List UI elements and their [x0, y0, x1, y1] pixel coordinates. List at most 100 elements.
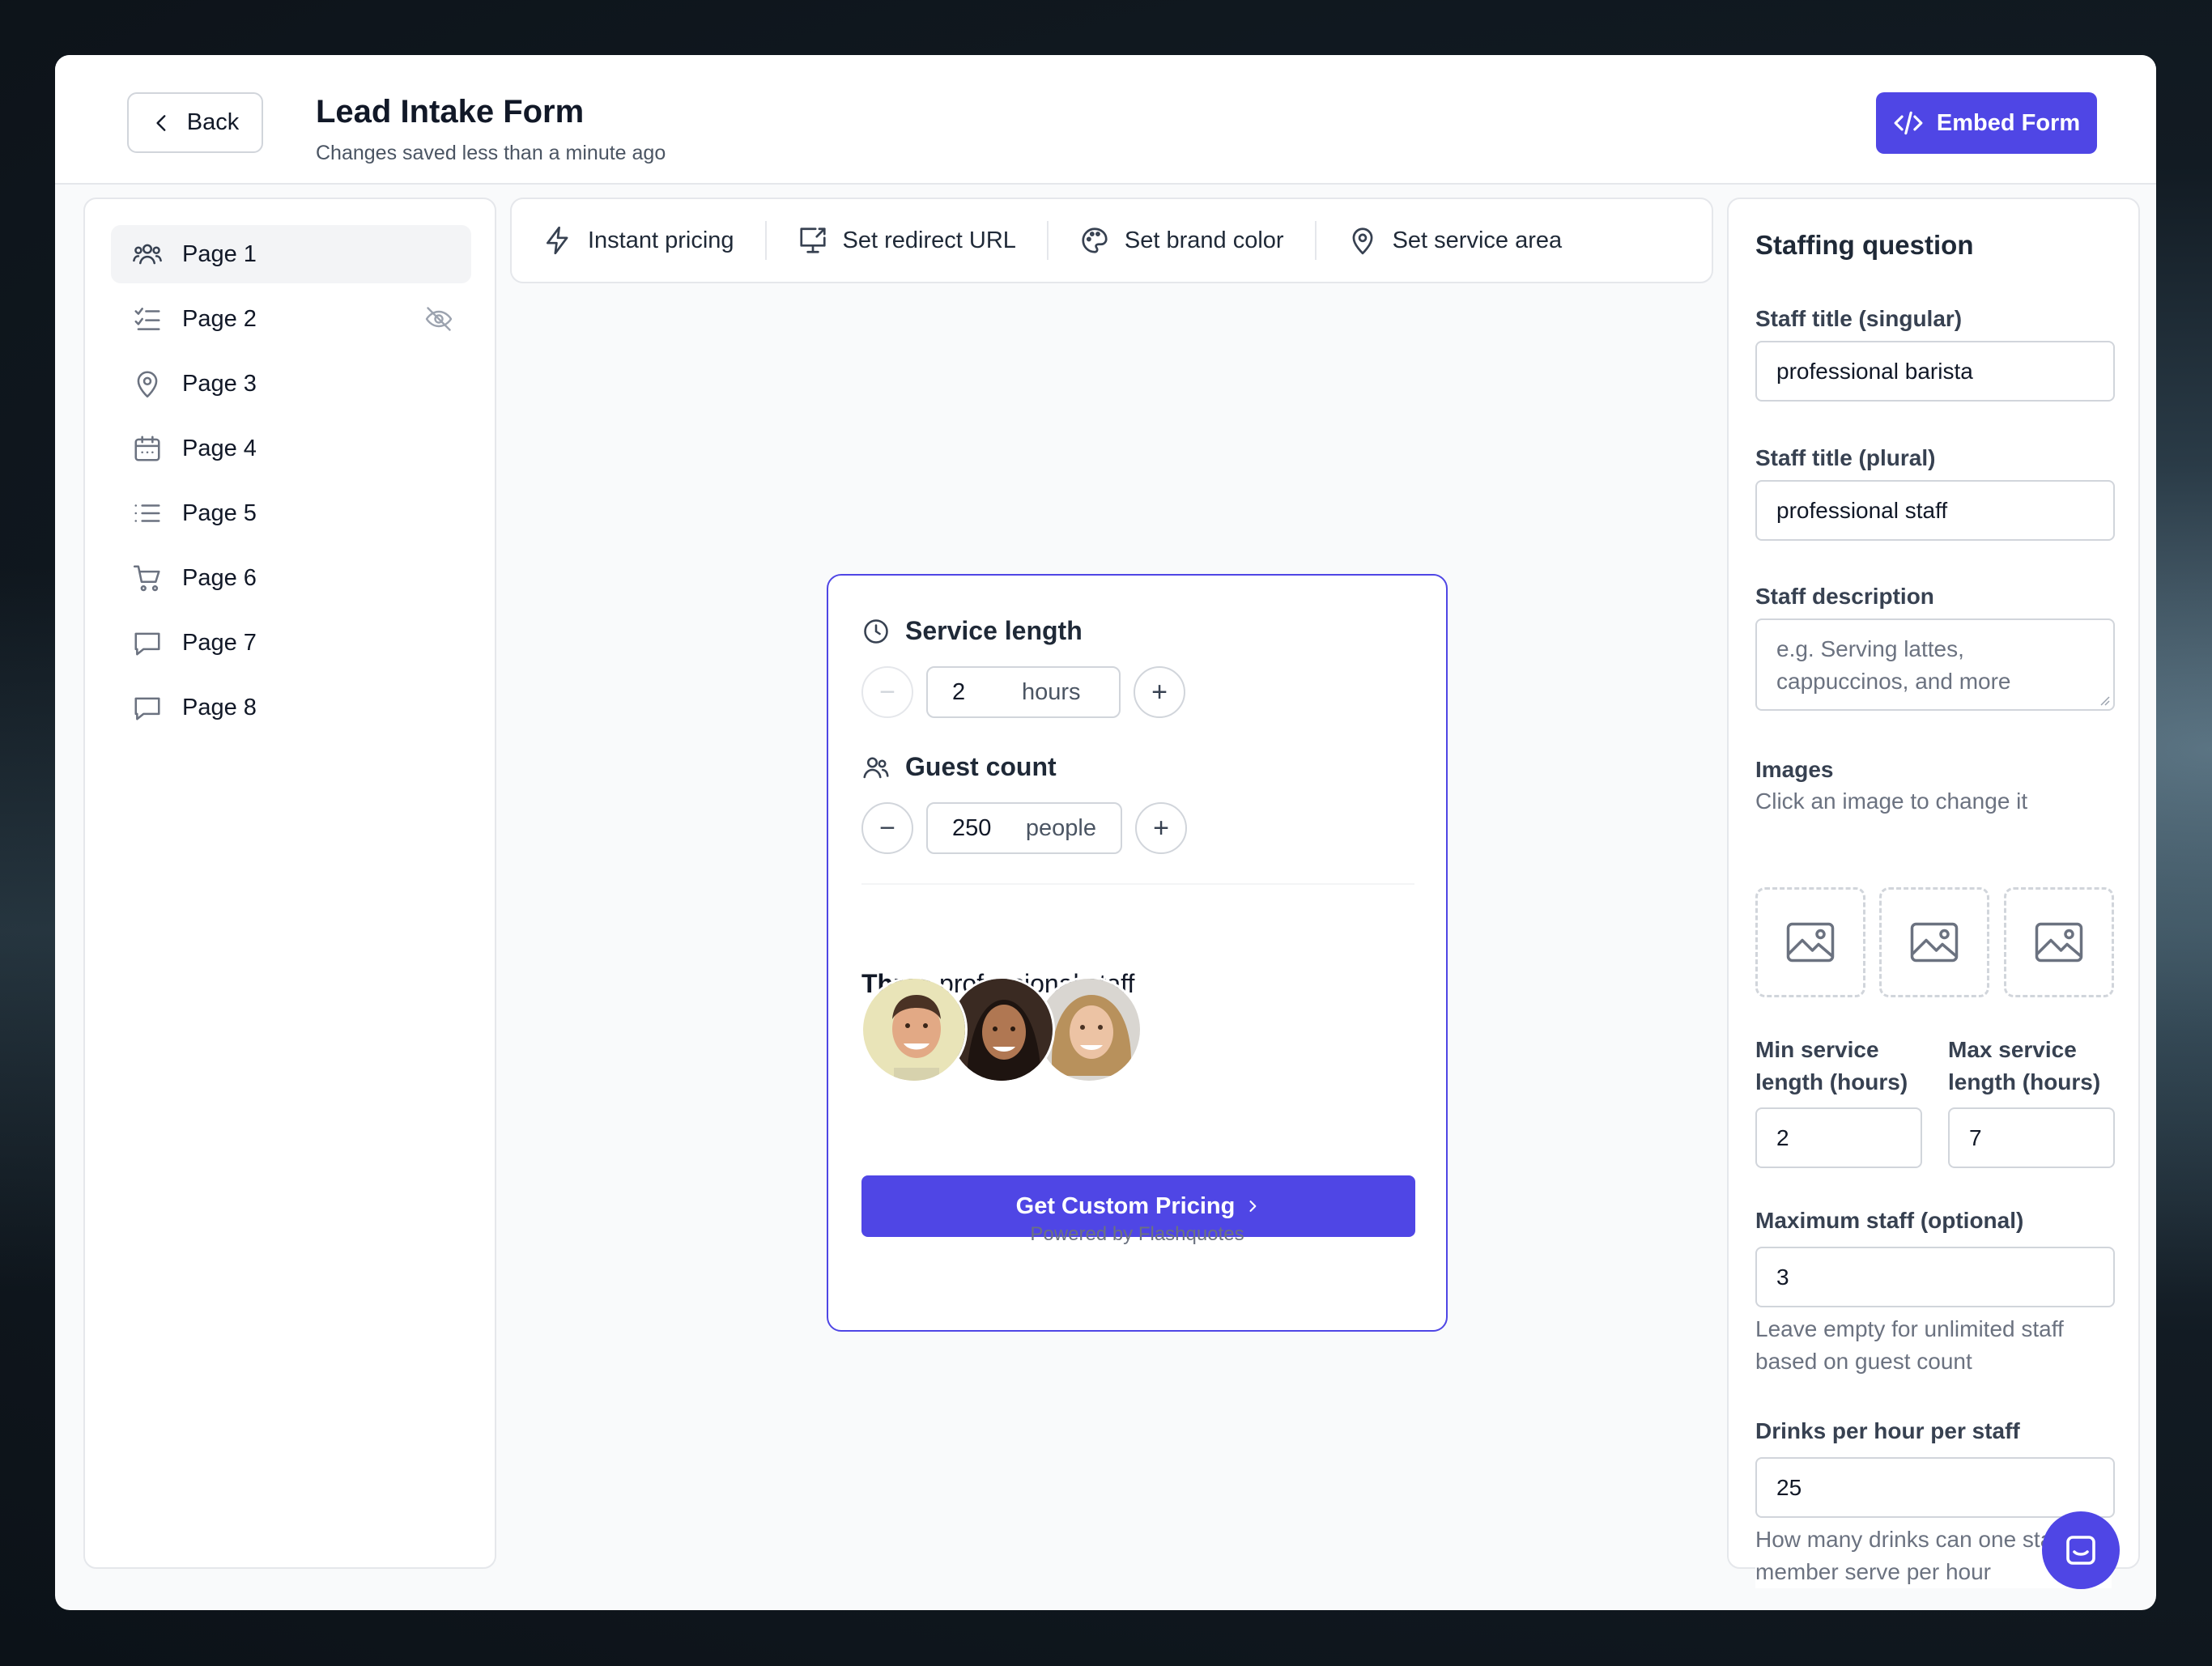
staff-description-label: Staff description — [1755, 584, 1934, 609]
monitor-arrow-icon — [799, 227, 826, 253]
sidebar-item-page-2[interactable]: Page 2 — [111, 290, 471, 348]
drinks-per-hour-input[interactable]: 25 — [1755, 1457, 2115, 1518]
image-icon — [2035, 922, 2083, 963]
question-settings-panel: Staffing question Staff title (singular)… — [1727, 198, 2140, 1588]
toolbar-divider — [764, 221, 767, 260]
clock-icon — [864, 618, 888, 644]
max-service-length-input[interactable]: 7 — [1948, 1107, 2115, 1168]
form-preview-card: Service length − 2 hours + Guest count −… — [827, 574, 1448, 1332]
powered-by-link[interactable]: Powered by Flashquotes — [828, 1223, 1446, 1246]
page-title: Lead Intake Form — [316, 94, 585, 130]
back-button[interactable]: Back — [127, 92, 263, 153]
cart-icon — [133, 565, 160, 592]
staff-title-plural-input[interactable]: professional staff — [1755, 480, 2115, 541]
sidebar-item-label: Page 7 — [182, 629, 257, 656]
cta-label: Get Custom Pricing — [1015, 1192, 1236, 1219]
staff-title-singular-input[interactable]: professional barista — [1755, 341, 2115, 402]
staff-title-plural-label: Staff title (plural) — [1755, 445, 1936, 470]
users-icon — [133, 244, 162, 265]
pages-sidebar: Page 1 Page 2 Page 3 Page 4 Page 5 Page … — [83, 198, 496, 1569]
checklist-icon — [134, 308, 160, 330]
calendar-icon — [134, 436, 160, 461]
max-staff-help: Leave empty for unlimited staff based on… — [1755, 1316, 2064, 1374]
chat-icon — [2066, 1536, 2095, 1565]
settings-toolbar: Instant pricing Set redirect URL Set bra… — [510, 198, 1713, 283]
save-status: Changes saved less than a minute ago — [316, 142, 666, 164]
sidebar-item-label: Page 3 — [182, 370, 257, 397]
guest-count-unit: people — [1025, 814, 1096, 841]
guest-count-field[interactable]: 250 people — [926, 802, 1122, 854]
sidebar-item-label: Page 5 — [182, 499, 257, 526]
max-service-length-label: Max service length (hours) — [1948, 1037, 2101, 1094]
sidebar-item-label: Page 2 — [182, 305, 257, 332]
drinks-per-hour-label: Drinks per hour per staff — [1755, 1418, 2020, 1443]
set-redirect-url-button[interactable]: Set redirect URL — [798, 199, 1016, 282]
embed-form-button[interactable]: Embed Form — [1876, 92, 2097, 154]
chat-bubble-icon — [134, 697, 160, 720]
eye-off-icon[interactable] — [424, 304, 453, 334]
chevron-left-icon — [156, 114, 166, 131]
toolbar-divider — [1314, 221, 1317, 260]
max-staff-label: Maximum staff (optional) — [1755, 1208, 2024, 1233]
increment-hours-button[interactable]: + — [1134, 666, 1185, 718]
resize-handle-icon[interactable] — [2099, 695, 2110, 706]
panel-title: Staffing question — [1755, 230, 1974, 260]
chevron-right-icon — [1249, 1201, 1257, 1212]
instant-pricing-label: Instant pricing — [588, 227, 734, 253]
card-divider — [861, 883, 1414, 885]
toolbar-divider — [1046, 221, 1049, 260]
sidebar-item-label: Page 6 — [182, 564, 257, 591]
header: Back Lead Intake Form Changes saved less… — [55, 55, 2156, 185]
sidebar-item-label: Page 8 — [182, 694, 257, 720]
list-icon — [134, 504, 160, 522]
app-window: Back Lead Intake Form Changes saved less… — [55, 55, 2156, 1610]
users-icon — [863, 756, 889, 778]
staff-avatar — [861, 976, 968, 1083]
staff-description-placeholder: e.g. Serving lattes, cappuccinos, and mo… — [1776, 636, 2011, 694]
guest-count-stepper: − 250 people + — [861, 802, 1187, 854]
staff-title-singular-label: Staff title (singular) — [1755, 306, 1963, 331]
set-brand-color-label: Set brand color — [1124, 227, 1284, 253]
image-icon — [1786, 922, 1835, 963]
service-length-heading: Service length — [861, 616, 1083, 646]
increment-guests-button[interactable]: + — [1135, 802, 1187, 854]
set-service-area-label: Set service area — [1392, 227, 1563, 253]
images-label: Images — [1755, 757, 1834, 782]
guest-count-value: 250 — [952, 814, 992, 841]
max-staff-input[interactable]: 3 — [1755, 1247, 2115, 1307]
decrement-hours-button[interactable]: − — [861, 666, 913, 718]
staff-description-textarea[interactable]: e.g. Serving lattes, cappuccinos, and mo… — [1755, 618, 2115, 711]
image-slot[interactable] — [1879, 887, 1989, 997]
set-redirect-url-label: Set redirect URL — [842, 227, 1016, 253]
images-help: Click an image to change it — [1755, 788, 2028, 814]
service-length-value: 2 — [952, 678, 966, 705]
service-length-field[interactable]: 2 hours — [926, 666, 1121, 718]
image-slot[interactable] — [2004, 887, 2114, 997]
sidebar-item-page-8[interactable]: Page 8 — [111, 678, 471, 737]
sidebar-item-page-4[interactable]: Page 4 — [111, 419, 471, 478]
service-length-title: Service length — [905, 616, 1083, 645]
set-brand-color-button[interactable]: Set brand color — [1079, 199, 1284, 282]
map-pin-icon — [137, 371, 158, 398]
back-label: Back — [186, 109, 240, 135]
image-slot[interactable] — [1755, 887, 1865, 997]
sidebar-item-label: Page 1 — [182, 240, 257, 267]
lightning-icon — [546, 226, 568, 255]
sidebar-item-label: Page 4 — [182, 435, 257, 461]
sidebar-item-page-1[interactable]: Page 1 — [111, 225, 471, 283]
code-icon — [1894, 111, 1923, 135]
map-pin-icon — [1352, 227, 1373, 255]
embed-form-label: Embed Form — [1936, 109, 2081, 136]
set-service-area-button[interactable]: Set service area — [1347, 199, 1563, 282]
sidebar-item-page-3[interactable]: Page 3 — [111, 355, 471, 413]
guest-count-heading: Guest count — [861, 752, 1057, 782]
sidebar-item-page-7[interactable]: Page 7 — [111, 614, 471, 672]
instant-pricing-button[interactable]: Instant pricing — [542, 199, 734, 282]
support-chat-button[interactable] — [2042, 1511, 2120, 1589]
guest-count-title: Guest count — [905, 752, 1057, 781]
sidebar-item-page-6[interactable]: Page 6 — [111, 549, 471, 607]
decrement-guests-button[interactable]: − — [861, 802, 913, 854]
min-service-length-input[interactable]: 2 — [1755, 1107, 1922, 1168]
sidebar-item-page-5[interactable]: Page 5 — [111, 484, 471, 542]
image-icon — [1910, 922, 1959, 963]
